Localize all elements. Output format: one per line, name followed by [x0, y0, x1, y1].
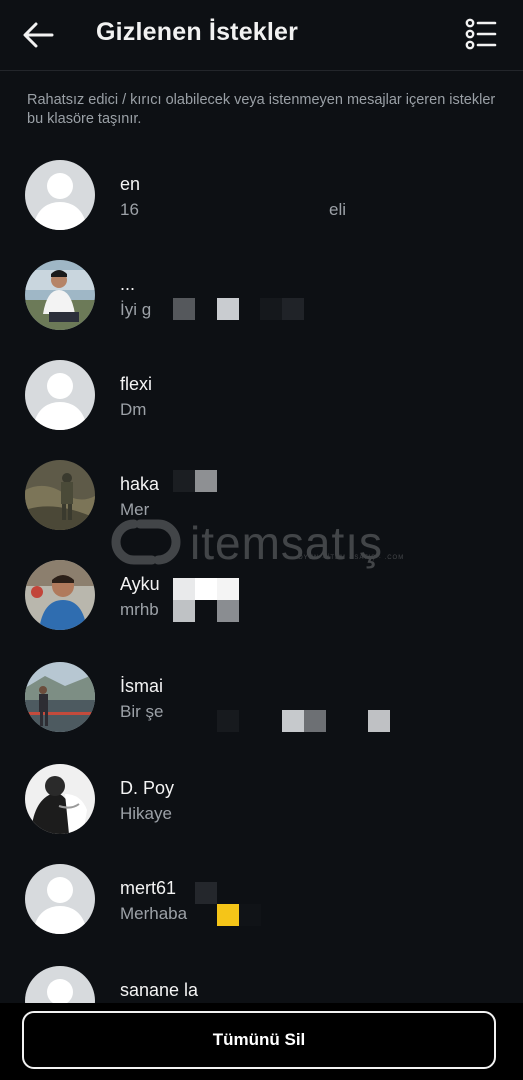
avatar[interactable] — [25, 560, 95, 630]
blur-block — [217, 600, 239, 622]
back-button[interactable] — [18, 18, 58, 52]
blur-block — [217, 298, 239, 320]
blur-block — [282, 710, 304, 732]
avatar[interactable] — [25, 764, 95, 834]
blur-block — [217, 710, 239, 732]
blur-block — [217, 578, 239, 600]
blur-block — [173, 470, 195, 492]
request-row[interactable]: ... İyi g — [0, 250, 523, 350]
request-name: haka — [120, 474, 160, 494]
request-message: Dm — [120, 400, 147, 419]
default-person-icon — [25, 360, 95, 430]
photo-avatar — [25, 460, 95, 530]
request-row[interactable]: D. Poy Hikaye — [0, 750, 523, 850]
blur-block — [217, 904, 239, 926]
top-bar: Gizlenen İstekler — [0, 0, 523, 71]
bottom-bar: Tümünü Sil — [0, 1003, 523, 1080]
blur-block — [260, 298, 282, 320]
request-message: mrhb — [120, 600, 159, 619]
avatar[interactable] — [25, 360, 95, 430]
request-message: Bir şe — [120, 702, 164, 721]
arrow-left-icon — [23, 22, 54, 48]
hidden-requests-notice: Rahatsız edici / kırıcı olabilecek veya … — [27, 92, 496, 127]
request-message: Mer — [120, 500, 150, 519]
photo-avatar — [25, 560, 95, 630]
avatar[interactable] — [25, 260, 95, 330]
delete-all-button[interactable]: Tümünü Sil — [22, 1011, 496, 1069]
request-message-fragment: eli — [329, 200, 347, 219]
request-row[interactable]: İsmai Bir şe — [0, 650, 523, 750]
blur-block — [173, 298, 195, 320]
default-person-icon — [25, 864, 95, 934]
avatar[interactable] — [25, 864, 95, 934]
avatar[interactable] — [25, 460, 95, 530]
default-person-icon — [25, 160, 95, 230]
avatar[interactable] — [25, 160, 95, 230]
blur-block — [195, 578, 217, 600]
blur-block — [195, 882, 217, 904]
request-row[interactable]: en 16 eli — [0, 150, 523, 250]
blur-block — [173, 600, 195, 622]
request-row[interactable]: flexi Dm — [0, 350, 523, 450]
page-title: Gizlenen İstekler — [96, 18, 299, 46]
request-row[interactable]: mert61 Merhaba — [0, 850, 523, 950]
request-name: Ayku — [120, 574, 160, 594]
request-name: sanane la — [120, 980, 199, 1000]
request-name: flexi — [120, 374, 153, 394]
photo-avatar — [25, 260, 95, 330]
blur-block — [195, 470, 217, 492]
request-name: İsmai — [120, 676, 164, 696]
blur-block — [282, 298, 304, 320]
request-message: Merhaba — [120, 904, 188, 923]
avatar[interactable] — [25, 662, 95, 732]
blur-block — [239, 904, 261, 926]
photo-avatar — [25, 764, 95, 834]
request-name: en — [120, 174, 141, 194]
request-message: İyi g — [120, 300, 152, 319]
request-name: ... — [120, 274, 136, 294]
request-name: mert61 — [120, 878, 177, 898]
request-message: Hikaye — [120, 804, 172, 823]
options-button[interactable] — [462, 16, 500, 52]
list-options-icon — [465, 18, 497, 50]
request-row[interactable]: Ayku mrhb — [0, 550, 523, 650]
blur-block — [304, 710, 326, 732]
request-message: 16 — [120, 200, 139, 219]
blur-block — [368, 710, 390, 732]
request-name: D. Poy — [120, 778, 175, 798]
request-row[interactable]: haka Mer — [0, 450, 523, 550]
photo-avatar — [25, 662, 95, 732]
blur-block — [173, 578, 195, 600]
